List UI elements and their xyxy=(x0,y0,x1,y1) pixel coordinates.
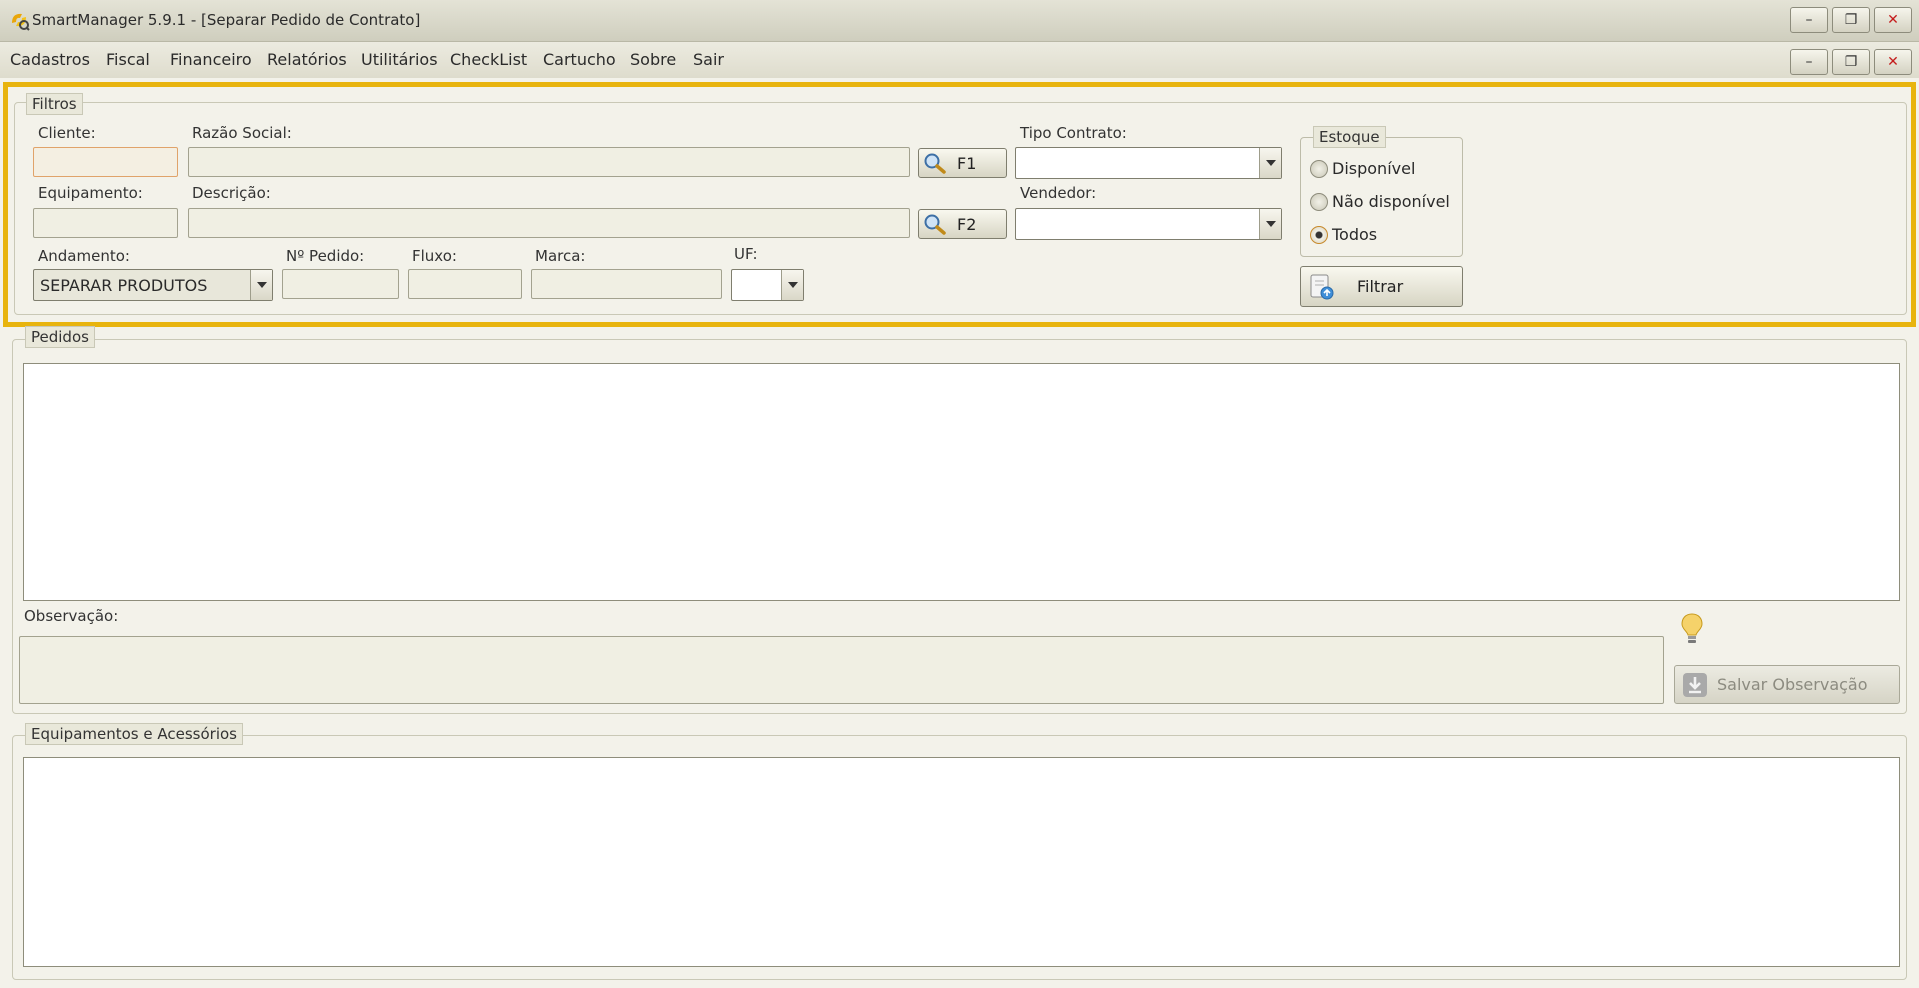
andamento-select[interactable]: SEPARAR PRODUTOS xyxy=(33,269,273,301)
observacao-label: Observação: xyxy=(24,607,119,625)
cliente-field[interactable] xyxy=(33,147,178,177)
andamento-label: Andamento: xyxy=(38,247,130,265)
child-minimize-button[interactable]: – xyxy=(1790,49,1828,75)
fluxo-field[interactable] xyxy=(408,269,522,299)
marca-label: Marca: xyxy=(535,247,586,265)
minimize-button[interactable]: – xyxy=(1790,7,1828,33)
f1-search-button[interactable]: F1 xyxy=(918,148,1007,178)
pedidos-grid[interactable] xyxy=(23,363,1900,601)
f2-label: F2 xyxy=(957,214,977,234)
uf-select[interactable] xyxy=(731,269,804,301)
radio-todos[interactable] xyxy=(1310,225,1328,244)
window-title: SmartManager 5.9.1 - [Separar Pedido de … xyxy=(32,11,421,29)
chevron-down-icon[interactable] xyxy=(781,270,803,300)
chevron-down-icon[interactable] xyxy=(1259,148,1281,178)
chevron-down-icon[interactable] xyxy=(1259,209,1281,239)
menu-sair[interactable]: Sair xyxy=(693,50,724,69)
menu-sobre[interactable]: Sobre xyxy=(630,50,676,69)
razao-social-field[interactable] xyxy=(188,147,910,177)
cliente-label: Cliente: xyxy=(38,124,96,142)
estoque-legend: Estoque xyxy=(1313,126,1386,148)
radio-nao-disponivel[interactable] xyxy=(1310,192,1328,211)
menu-checklist[interactable]: CheckList xyxy=(450,50,527,69)
estoque-option-disponivel[interactable]: Disponível xyxy=(1310,159,1415,178)
close-button[interactable]: ✕ xyxy=(1874,7,1912,33)
tipo-contrato-select[interactable] xyxy=(1015,147,1282,179)
child-restore-button[interactable]: ❐ xyxy=(1832,49,1870,75)
equipamento-label: Equipamento: xyxy=(38,184,143,202)
estoque-option-nao-disponivel[interactable]: Não disponível xyxy=(1310,192,1450,211)
lightbulb-icon xyxy=(1681,613,1703,643)
estoque-option-todos[interactable]: Todos xyxy=(1310,225,1377,244)
tipo-contrato-label: Tipo Contrato: xyxy=(1020,124,1127,142)
f1-label: F1 xyxy=(957,153,977,173)
f2-search-button[interactable]: F2 xyxy=(918,209,1007,239)
vendedor-label: Vendedor: xyxy=(1020,184,1097,202)
filtros-legend: Filtros xyxy=(26,93,83,115)
chevron-down-icon[interactable] xyxy=(250,270,272,300)
andamento-value: SEPARAR PRODUTOS xyxy=(40,276,208,295)
salvar-observacao-button[interactable]: Salvar Observação xyxy=(1674,665,1900,704)
todos-label: Todos xyxy=(1332,225,1378,244)
marca-field[interactable] xyxy=(531,269,722,299)
menu-cartucho[interactable]: Cartucho xyxy=(543,50,616,69)
menu-fiscal[interactable]: Fiscal xyxy=(106,50,150,69)
vendedor-select[interactable] xyxy=(1015,208,1282,240)
num-pedido-field[interactable] xyxy=(282,269,399,299)
menu-utilitarios[interactable]: Utilitários xyxy=(361,50,438,69)
restore-button[interactable]: ❐ xyxy=(1832,7,1870,33)
salvar-observacao-label: Salvar Observação xyxy=(1717,675,1868,694)
menu-relatorios[interactable]: Relatórios xyxy=(267,50,347,69)
uf-label: UF: xyxy=(734,245,758,263)
filtrar-label: Filtrar xyxy=(1357,277,1404,296)
filtrar-button[interactable]: Filtrar xyxy=(1300,266,1463,307)
equipamento-field[interactable] xyxy=(33,208,178,238)
descricao-field[interactable] xyxy=(188,208,910,238)
pedidos-legend: Pedidos xyxy=(25,326,95,348)
child-close-button[interactable]: ✕ xyxy=(1874,49,1912,75)
radio-disponivel[interactable] xyxy=(1310,159,1328,178)
app-logo-icon xyxy=(12,13,30,31)
descricao-label: Descrição: xyxy=(192,184,271,202)
search-icon xyxy=(924,153,946,174)
nao-disponivel-label: Não disponível xyxy=(1332,192,1450,211)
menu-cadastros[interactable]: Cadastros xyxy=(10,50,90,69)
fluxo-label: Fluxo: xyxy=(412,247,457,265)
filter-icon xyxy=(1310,274,1334,299)
menu-financeiro[interactable]: Financeiro xyxy=(170,50,252,69)
observacao-field[interactable] xyxy=(19,636,1664,704)
save-icon xyxy=(1683,672,1707,697)
search-icon xyxy=(924,214,946,235)
equipamentos-legend: Equipamentos e Acessórios xyxy=(25,723,243,745)
razao-social-label: Razão Social: xyxy=(192,124,292,142)
equipamentos-grid[interactable] xyxy=(23,757,1900,967)
num-pedido-label: Nº Pedido: xyxy=(286,247,365,265)
disponivel-label: Disponível xyxy=(1332,159,1416,178)
